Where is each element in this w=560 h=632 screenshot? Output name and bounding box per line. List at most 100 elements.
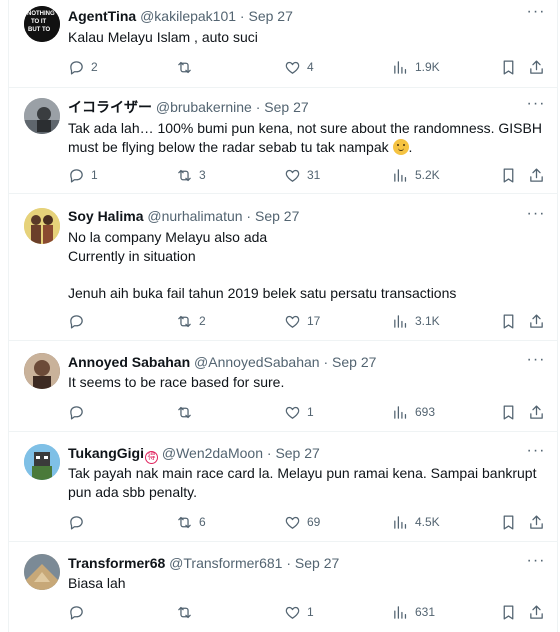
bookmark-button[interactable] <box>500 402 517 422</box>
tweet-date[interactable]: Sep 27 <box>248 8 292 24</box>
tweet-date[interactable]: Sep 27 <box>295 555 339 571</box>
avatar[interactable] <box>24 444 60 480</box>
bookmark-icon <box>503 514 514 530</box>
tweet[interactable]: NOTHING TO IT BUT TO AgentTina @kakilepa… <box>8 0 558 88</box>
reply-button[interactable] <box>68 311 91 331</box>
user-handle[interactable]: @AnnoyedSabahan <box>194 354 320 370</box>
tweet-header: AgentTina @kakilepak101 · Sep 27 <box>68 8 518 25</box>
bookmark-button[interactable] <box>500 57 517 77</box>
tweet-actions: 1 631 <box>68 602 550 622</box>
retweet-icon <box>178 169 191 181</box>
heart-icon <box>285 61 300 74</box>
tweet-date[interactable]: Sep 27 <box>264 99 308 115</box>
tweet[interactable]: イコライザー @brubakernine · Sep 27 ··· Tak ad… <box>8 88 558 194</box>
view-count: 1.9K <box>415 60 440 74</box>
reply-button[interactable]: 1 <box>68 165 98 185</box>
share-button[interactable] <box>528 602 545 622</box>
retweet-button[interactable]: 6 <box>176 512 206 532</box>
tweet-header: TukangGigi 得 @Wen2daMoon · Sep 27 <box>68 445 518 464</box>
tweet-actions: 2 17 3.1K <box>68 311 550 331</box>
tweet-date[interactable]: Sep 27 <box>332 354 376 370</box>
avatar[interactable] <box>24 554 60 590</box>
like-button[interactable]: 31 <box>284 165 320 185</box>
views-button[interactable]: 1.9K <box>392 57 440 77</box>
retweet-button[interactable] <box>176 57 199 77</box>
separator: · <box>323 354 329 370</box>
like-button[interactable]: 17 <box>284 311 320 331</box>
display-name[interactable]: TukangGigi <box>68 445 144 461</box>
more-icon[interactable]: ··· <box>526 553 546 575</box>
tweet-header: イコライザー @brubakernine · Sep 27 <box>68 99 518 116</box>
tweet[interactable]: Annoyed Sabahan @AnnoyedSabahan · Sep 27… <box>8 341 558 432</box>
retweet-button[interactable] <box>176 402 199 422</box>
avatar[interactable] <box>24 98 60 134</box>
like-button[interactable]: 69 <box>284 512 320 532</box>
heart-icon <box>285 406 300 419</box>
retweet-button[interactable]: 3 <box>176 165 206 185</box>
display-name[interactable]: AgentTina <box>68 8 136 24</box>
retweet-button[interactable] <box>176 602 199 622</box>
wink-tongue-emoji <box>392 138 409 155</box>
share-button[interactable] <box>528 402 545 422</box>
retweet-icon <box>178 61 191 73</box>
reply-button[interactable] <box>68 512 91 532</box>
tweet-date[interactable]: Sep 27 <box>255 208 299 224</box>
views-icon <box>394 168 407 182</box>
more-icon[interactable]: ··· <box>526 352 546 374</box>
more-icon[interactable]: ··· <box>526 4 546 26</box>
share-button[interactable] <box>528 311 545 331</box>
like-button[interactable]: 1 <box>284 602 314 622</box>
display-name[interactable]: イコライザー <box>68 99 152 115</box>
tweet[interactable]: Soy Halima @nurhalimatun · Sep 27 ··· No… <box>8 194 558 341</box>
user-handle[interactable]: @Transformer681 <box>169 555 282 571</box>
like-button[interactable]: 1 <box>284 402 314 422</box>
tweet-text-main: Tak ada lah… 100% bumi pun kena, not sur… <box>68 120 546 155</box>
views-button[interactable]: 5.2K <box>392 165 440 185</box>
user-handle[interactable]: @nurhalimatun <box>147 208 242 224</box>
reply-button[interactable] <box>68 602 91 622</box>
tweet-text: Tak ada lah… 100% bumi pun kena, not sur… <box>68 119 544 156</box>
bookmark-button[interactable] <box>500 165 517 185</box>
bookmark-button[interactable] <box>500 512 517 532</box>
tweet[interactable]: Transformer68 @Transformer681 · Sep 27 ·… <box>8 542 558 632</box>
avatar[interactable] <box>24 353 60 389</box>
more-icon[interactable]: ··· <box>526 443 546 465</box>
retweet-icon <box>178 516 191 528</box>
more-icon[interactable]: ··· <box>526 96 546 118</box>
reply-button[interactable] <box>68 402 91 422</box>
retweet-button[interactable]: 2 <box>176 311 206 331</box>
tweet-actions: 1 693 <box>68 402 550 422</box>
user-handle[interactable]: @Wen2daMoon <box>162 445 263 461</box>
bookmark-icon <box>503 59 514 75</box>
share-button[interactable] <box>528 57 545 77</box>
reply-button[interactable]: 2 <box>68 57 98 77</box>
like-button[interactable]: 4 <box>284 57 314 77</box>
share-icon <box>530 313 543 328</box>
tweet-date[interactable]: Sep 27 <box>275 445 319 461</box>
share-button[interactable] <box>528 165 545 185</box>
bookmark-button[interactable] <box>500 602 517 622</box>
bookmark-button[interactable] <box>500 311 517 331</box>
views-button[interactable]: 631 <box>392 602 435 622</box>
bookmark-icon <box>503 404 514 420</box>
reply-icon <box>70 515 83 530</box>
views-icon <box>394 515 407 529</box>
display-name[interactable]: Transformer68 <box>68 555 165 571</box>
bookmark-icon <box>503 167 514 183</box>
user-handle[interactable]: @kakilepak101 <box>140 8 236 24</box>
avatar[interactable]: NOTHING TO IT BUT TO <box>24 6 60 42</box>
share-button[interactable] <box>528 512 545 532</box>
tweet[interactable]: TukangGigi 得 @Wen2daMoon · Sep 27 ··· Tak… <box>8 432 558 542</box>
more-icon[interactable]: ··· <box>526 206 546 228</box>
display-name[interactable]: Annoyed Sabahan <box>68 354 190 370</box>
display-name[interactable]: Soy Halima <box>68 208 143 224</box>
tweet-actions: 6 69 4.5K <box>68 512 550 532</box>
views-button[interactable]: 4.5K <box>392 512 440 532</box>
views-button[interactable]: 3.1K <box>392 311 440 331</box>
user-badge: 得 <box>144 451 158 464</box>
avatar[interactable] <box>24 208 60 244</box>
views-button[interactable]: 693 <box>392 402 435 422</box>
user-handle[interactable]: @brubakernine <box>156 99 252 115</box>
reply-count: 2 <box>91 60 98 74</box>
retweet-count: 2 <box>199 314 206 328</box>
